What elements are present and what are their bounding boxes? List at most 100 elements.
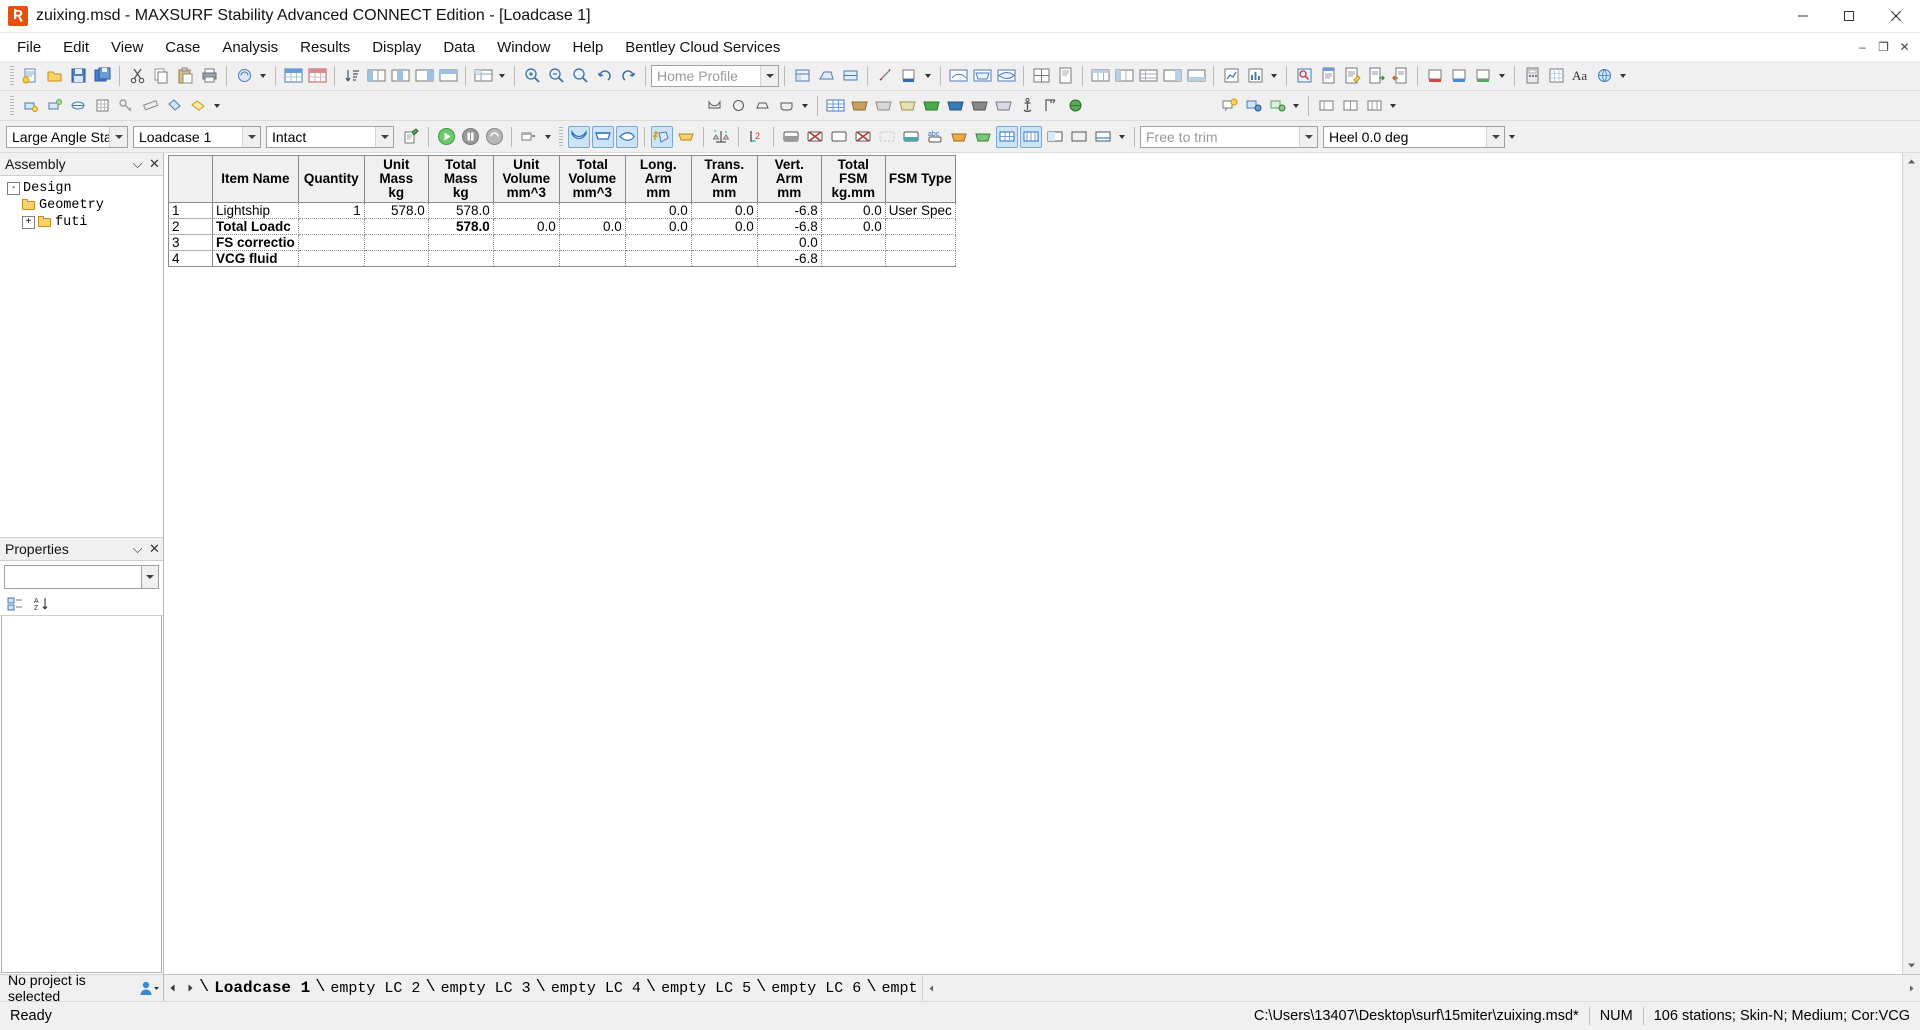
cell-total-mass[interactable]: 578.0 [427, 202, 494, 219]
compartment-grid-icon[interactable] [824, 95, 846, 117]
grid-table-4-icon[interactable] [1161, 65, 1183, 87]
grid-table-2-icon[interactable] [1113, 65, 1135, 87]
cell-item-name[interactable]: FS correctio [212, 234, 299, 251]
tank-green-icon[interactable] [972, 126, 994, 148]
margin-line-icon[interactable] [828, 126, 850, 148]
view-hull-sections-icon[interactable] [568, 125, 590, 148]
cell-unit-volume[interactable]: 0.0 [492, 218, 560, 235]
cell-fsm-type[interactable]: User Spec [884, 202, 956, 219]
col-header-item-name[interactable]: Item Name [212, 155, 299, 203]
grid-table-1-icon[interactable] [1089, 65, 1111, 87]
cell-fsm-type[interactable] [884, 250, 956, 267]
tab-nav-last-icon[interactable] [181, 975, 198, 1001]
cell-fsm-type[interactable] [884, 234, 956, 251]
properties-object-combo[interactable] [4, 564, 159, 589]
col-header-long-arm[interactable]: Long. Arm mm [624, 155, 692, 203]
grid-vertical-scrollbar[interactable] [1902, 153, 1920, 974]
tank-fill-2-icon[interactable] [872, 95, 894, 117]
sort-tanks-icon[interactable] [341, 65, 363, 87]
deck-edge-filled-icon[interactable] [780, 126, 802, 148]
cell-total-volume[interactable] [558, 202, 626, 219]
redo-zoom-icon[interactable] [617, 65, 639, 87]
menu-bentley-cloud-services[interactable]: Bentley Cloud Services [614, 35, 791, 60]
grid-small-icon[interactable] [91, 95, 113, 117]
expander-icon[interactable]: + [22, 216, 35, 229]
tank-fill-7-icon[interactable] [992, 95, 1014, 117]
cell-unit-mass[interactable] [363, 250, 429, 267]
menu-window[interactable]: Window [486, 35, 561, 60]
tab-empty-lc-3[interactable]: empty LC 3 [437, 975, 535, 1001]
menu-data[interactable]: Data [432, 35, 486, 60]
cell-total-fsm[interactable] [820, 250, 886, 267]
hscroll-right-icon[interactable] [1903, 984, 1920, 993]
shape-circle-icon[interactable] [727, 95, 749, 117]
calculator-icon[interactable] [1521, 65, 1543, 87]
chart-dropdown-icon[interactable] [1268, 65, 1280, 87]
cell-total-volume[interactable]: 0.0 [558, 218, 626, 235]
deck-edge-crossed-icon[interactable] [804, 126, 826, 148]
abc-label-icon[interactable]: abc [924, 126, 946, 148]
columns-4-icon[interactable] [437, 65, 459, 87]
categorize-icon[interactable] [4, 593, 26, 615]
stop-analysis-icon[interactable] [483, 126, 505, 148]
loadcase-arrow[interactable] [242, 126, 260, 147]
cell-unit-volume[interactable] [492, 234, 560, 251]
layout-col-1-icon[interactable] [1315, 95, 1337, 117]
cell-total-mass[interactable] [427, 250, 494, 267]
layout-dropdown-icon[interactable] [1387, 95, 1399, 117]
doc-maximize-button[interactable]: ❐ [1876, 40, 1891, 54]
loadcase-combo[interactable]: Loadcase 1 [133, 125, 261, 148]
col-header-trans-arm[interactable]: Trans. Arm mm [690, 155, 758, 203]
hull-grid-icon[interactable] [996, 125, 1018, 148]
key-icon[interactable] [115, 95, 137, 117]
tab-horizontal-scrollbar[interactable] [921, 975, 1920, 1001]
annotate-dropdown-icon[interactable] [1290, 95, 1302, 117]
teal-deck-icon[interactable] [900, 126, 922, 148]
cell-item-name[interactable]: VCG fluid [212, 250, 299, 267]
cell-vert-arm[interactable]: -6.8 [756, 202, 822, 219]
trim-mode-combo[interactable]: Free to trim [1140, 125, 1318, 148]
secondary-dropdown-icon[interactable] [211, 95, 223, 117]
menu-help[interactable]: Help [561, 35, 614, 60]
expander-icon[interactable]: - [7, 182, 20, 195]
color-swatch-3-icon[interactable] [1472, 65, 1494, 87]
save-icon[interactable] [67, 65, 89, 87]
view-perspective-icon[interactable] [815, 65, 837, 87]
profile-combo[interactable]: Home Profile [651, 64, 779, 87]
cell-total-fsm[interactable]: 0.0 [820, 202, 886, 219]
zoom-in-icon[interactable] [521, 65, 543, 87]
data-grid-blue-icon[interactable] [282, 65, 304, 87]
scroll-down-icon[interactable] [1903, 957, 1920, 974]
undo-zoom-icon[interactable] [593, 65, 615, 87]
shape-dropdown-icon[interactable] [799, 95, 811, 117]
cell-rownum[interactable]: 1 [168, 202, 213, 219]
tab-empty-lc-2[interactable]: empty LC 2 [326, 975, 424, 1001]
chart-1-icon[interactable] [1220, 65, 1242, 87]
scroll-up-icon[interactable] [1903, 153, 1920, 170]
color-dropdown-icon[interactable] [1496, 65, 1508, 87]
copy-icon[interactable] [150, 65, 172, 87]
cell-long-arm[interactable]: 0.0 [624, 202, 692, 219]
hull-outline-icon[interactable] [1068, 126, 1090, 148]
analysis-type-arrow[interactable] [109, 126, 127, 147]
shape-hull-icon[interactable] [703, 95, 725, 117]
properties-grid[interactable] [1, 615, 162, 973]
report-export-icon[interactable] [1365, 65, 1387, 87]
table-row[interactable]: 2 Total Loadc 578.0 0.0 0.0 0.0 0.0 -6.8 [168, 218, 956, 235]
view-home-icon[interactable] [791, 65, 813, 87]
col-header-unit-volume[interactable]: Unit Volume mm^3 [492, 155, 560, 203]
hull-display-dropdown-icon[interactable] [1116, 126, 1128, 148]
window-tile-icon[interactable] [1030, 65, 1052, 87]
grid-settings-icon[interactable] [1545, 65, 1567, 87]
tab-empty-lc-5[interactable]: empty LC 5 [657, 975, 755, 1001]
report-edit-icon[interactable] [1341, 65, 1363, 87]
add-compartment-icon[interactable] [651, 125, 673, 148]
grid-table-3-icon[interactable] [1137, 65, 1159, 87]
report-import-icon[interactable] [1389, 65, 1411, 87]
col-header-total-mass[interactable]: Total Mass kg [427, 155, 494, 203]
properties-object-arrow[interactable] [141, 564, 159, 589]
batch-dropdown-icon[interactable] [542, 126, 554, 148]
pause-analysis-icon[interactable] [459, 126, 481, 148]
font-icon[interactable]: Aa [1569, 65, 1591, 87]
measure-dropdown-icon[interactable] [922, 65, 934, 87]
